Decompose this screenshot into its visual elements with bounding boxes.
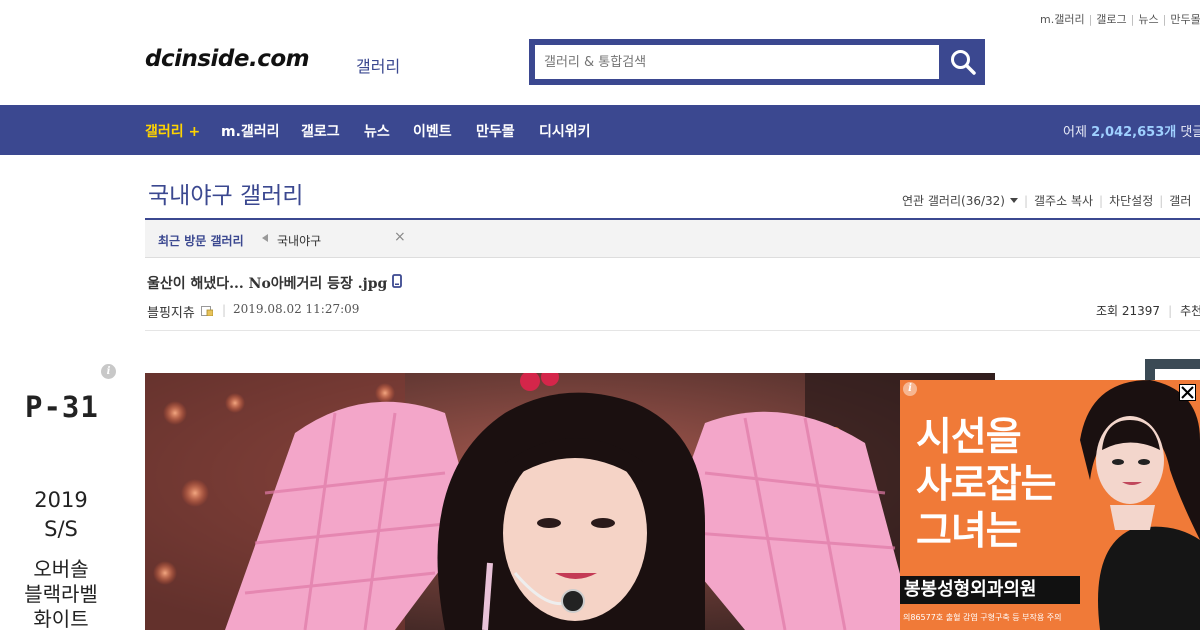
gallery-title[interactable]: 국내야구 갤러리: [148, 176, 303, 210]
close-icon: [1181, 386, 1194, 399]
search-button[interactable]: [943, 43, 983, 81]
search-input[interactable]: [535, 45, 939, 79]
ad-headline-line: 사로잡는: [916, 462, 1057, 507]
tools-separator: |: [1099, 194, 1104, 208]
nav-news[interactable]: 뉴스: [364, 121, 390, 141]
ad-close-button[interactable]: [1179, 384, 1196, 401]
ad-headline: 시선을 사로잡는 그녀는: [916, 414, 1057, 555]
ad-clinic-name: 봉봉성형외과의원: [900, 576, 1080, 604]
ad-season: 2019 S/S: [0, 486, 122, 544]
post-stats-separator: |: [1168, 304, 1173, 318]
ad-season-label: S/S: [44, 517, 78, 541]
post-recommend: 추천: [1180, 304, 1200, 318]
tools-separator: |: [1023, 194, 1029, 208]
nav-mandu[interactable]: 만두몰: [476, 121, 515, 141]
ad-product-line: 블랙라벨: [24, 582, 98, 606]
util-link-mgallery[interactable]: m.갤러리: [1040, 13, 1085, 26]
recent-gallery-item[interactable]: 국내야구: [277, 232, 321, 249]
ad-product-line: 오버솔: [33, 557, 89, 581]
gallog-icon[interactable]: [201, 305, 213, 316]
main-nav: 갤러리 + m.갤러리 갤로그 뉴스 이벤트 만두몰 디시위키 어제 2,042…: [0, 105, 1200, 155]
left-banner-ad[interactable]: i P-31 2019 S/S 오버솔 블랙라벨 화이트: [0, 360, 125, 632]
nav-stats: 어제 2,042,653개 댓글: [1063, 121, 1200, 140]
util-link-news[interactable]: 뉴스: [1138, 13, 1158, 26]
stats-label: 어제: [1063, 125, 1087, 140]
util-separator: |: [1130, 13, 1135, 26]
block-settings-button[interactable]: 차단설정: [1109, 194, 1153, 208]
post-divider: [145, 330, 1200, 331]
nav-mgallery[interactable]: m.갤러리: [221, 121, 280, 141]
post-title: 울산이 해냈다... No아베거리 등장 .jpg: [147, 276, 388, 292]
post-image: [145, 373, 995, 630]
search-box: [529, 39, 985, 85]
nav-gallog[interactable]: 갤로그: [301, 121, 340, 141]
ad-info-icon[interactable]: i: [101, 364, 116, 379]
ad-fine-print: 의86577호 출혈 감염 구형구축 등 부작용 주의: [903, 613, 1062, 622]
site-logo-gallery[interactable]: 갤러리: [356, 53, 400, 77]
util-link-gallog[interactable]: 갤로그: [1096, 13, 1126, 26]
util-link-mandu[interactable]: 만두몰: [1170, 13, 1200, 26]
nav-gallery-plus[interactable]: 갤러리 +: [145, 121, 200, 141]
recent-galleries-bar: 최근 방문 갤러리 국내야구 ×: [145, 220, 1200, 258]
stats-value: 2,042,653개: [1091, 125, 1177, 140]
ad-product: 오버솔 블랙라벨 화이트: [0, 557, 122, 632]
nav-events[interactable]: 이벤트: [413, 121, 452, 141]
ad-brand: P-31: [25, 390, 99, 424]
post-views: 조회 21397: [1096, 304, 1161, 318]
chevron-left-icon[interactable]: [262, 234, 268, 242]
ad-season-year: 2019: [34, 488, 88, 512]
related-gallery-dropdown[interactable]: 연관 갤러리(36/32): [902, 194, 1018, 208]
stats-suffix: 댓글: [1180, 125, 1200, 140]
gallery-more-button[interactable]: 갤러: [1169, 194, 1191, 208]
ad-product-line: 화이트: [33, 607, 89, 631]
utility-links: m.갤러리 | 갤로그 | 뉴스 | 만두몰: [1040, 11, 1200, 27]
chevron-down-icon: [1009, 198, 1018, 203]
ad-headline-line: 그녀는: [916, 509, 1022, 554]
util-separator: |: [1088, 13, 1093, 26]
search-icon: [951, 50, 976, 75]
post-date: 2019.08.02 11:27:09: [233, 302, 360, 316]
floating-ad[interactable]: i 시선을 사로잡는 그녀는 봉봉성형외과의원 의86577호 출혈 감염 구형…: [900, 380, 1200, 630]
ad-headline-line: 시선을: [916, 415, 1022, 460]
ad-info-icon[interactable]: i: [903, 382, 917, 396]
post-meta-separator: |: [222, 303, 227, 317]
mobile-icon: [392, 274, 402, 288]
recent-galleries-label: 최근 방문 갤러리: [158, 234, 244, 248]
close-icon[interactable]: ×: [394, 229, 406, 245]
copy-address-button[interactable]: 갤주소 복사: [1034, 194, 1093, 208]
nav-dcwiki[interactable]: 디시위키: [539, 121, 591, 141]
post-stats: 조회 21397 | 추천: [1096, 302, 1200, 319]
tools-separator: |: [1159, 194, 1164, 208]
gallery-tools: 연관 갤러리(36/32) | 갤주소 복사 | 차단설정 | 갤러: [902, 192, 1191, 209]
ad-model-image: [1080, 380, 1200, 630]
util-separator: |: [1162, 13, 1167, 26]
site-logo[interactable]: dcinside.com: [145, 46, 310, 72]
post-author[interactable]: 블핑지츄: [147, 302, 195, 321]
